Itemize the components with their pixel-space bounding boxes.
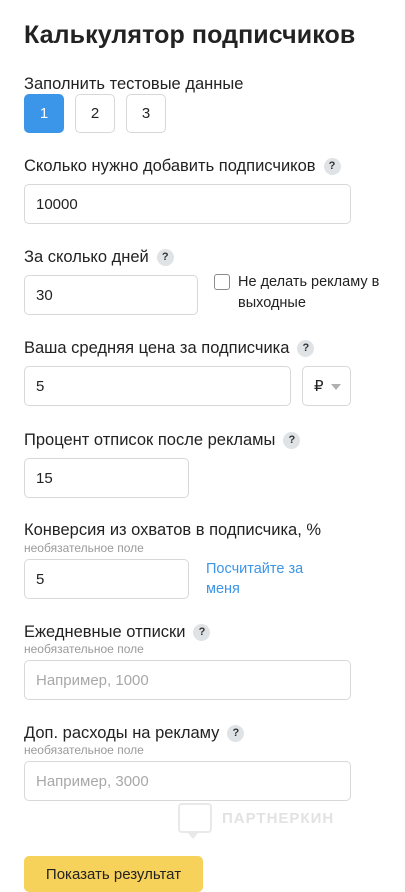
- conversion-input[interactable]: [24, 559, 189, 599]
- show-result-button[interactable]: Показать результат: [24, 856, 203, 892]
- daily-unsubscribes-label: Ежедневные отписки ?: [24, 621, 211, 643]
- page-title: Калькулятор подписчиков: [24, 21, 356, 49]
- watermark-text: ПАРТНЕРКИН: [222, 809, 335, 827]
- conversion-optional-note: необязательное поле: [24, 541, 144, 555]
- unsubscribe-percent-label: Процент отписок после рекламы ?: [24, 429, 301, 451]
- test-data-label: Заполнить тестовые данные: [24, 73, 243, 95]
- extra-costs-optional-note: необязательное поле: [24, 743, 144, 757]
- daily-unsubscribes-input[interactable]: [24, 660, 351, 700]
- daily-unsubscribes-label-text: Ежедневные отписки: [24, 623, 186, 641]
- subscribers-label: Сколько нужно добавить подписчиков ?: [24, 155, 341, 177]
- subscribers-label-text: Сколько нужно добавить подписчиков: [24, 157, 316, 175]
- weekend-checkbox[interactable]: [214, 274, 230, 290]
- preset-1-button[interactable]: 1: [24, 94, 64, 133]
- question-mark-icon[interactable]: ?: [193, 623, 211, 641]
- price-label-text: Ваша средняя цена за подписчика: [24, 339, 290, 357]
- calc-for-me-link[interactable]: Посчитайте за меня: [206, 559, 316, 599]
- watermark-logo-icon: [178, 803, 212, 839]
- preset-3-button[interactable]: 3: [126, 94, 166, 133]
- unsubscribe-percent-label-text: Процент отписок после рекламы: [24, 431, 276, 449]
- price-input[interactable]: [24, 366, 291, 406]
- question-mark-icon[interactable]: ?: [297, 339, 315, 357]
- question-mark-icon[interactable]: ?: [283, 431, 301, 449]
- weekend-option[interactable]: Не делать рекламу в выходные: [214, 272, 388, 314]
- watermark: ПАРТНЕРКИН: [178, 803, 335, 839]
- preset-2-button[interactable]: 2: [75, 94, 115, 133]
- currency-value: ₽: [314, 378, 324, 395]
- conversion-label-text: Конверсия из охватов в подписчика, %: [24, 521, 322, 539]
- weekend-checkbox-label[interactable]: Не делать рекламу в выходные: [238, 272, 388, 314]
- chevron-down-icon: [331, 384, 341, 390]
- subscribers-input[interactable]: [24, 184, 351, 224]
- unsubscribe-percent-input[interactable]: [24, 458, 189, 498]
- test-data-label-text: Заполнить тестовые данные: [24, 75, 244, 93]
- conversion-label: Конверсия из охватов в подписчика, %: [24, 519, 321, 541]
- extra-costs-label-text: Доп. расходы на рекламу: [24, 724, 220, 742]
- days-label-text: За сколько дней: [24, 248, 149, 266]
- extra-costs-input[interactable]: [24, 761, 351, 801]
- daily-unsubscribes-optional-note: необязательное поле: [24, 642, 144, 656]
- question-mark-icon[interactable]: ?: [227, 724, 245, 742]
- price-label: Ваша средняя цена за подписчика ?: [24, 337, 315, 359]
- question-mark-icon[interactable]: ?: [323, 157, 341, 175]
- extra-costs-label: Доп. расходы на рекламу ?: [24, 722, 245, 744]
- currency-select[interactable]: ₽: [302, 366, 351, 406]
- days-label: За сколько дней ?: [24, 246, 174, 268]
- question-mark-icon[interactable]: ?: [156, 248, 174, 266]
- days-input[interactable]: [24, 275, 198, 315]
